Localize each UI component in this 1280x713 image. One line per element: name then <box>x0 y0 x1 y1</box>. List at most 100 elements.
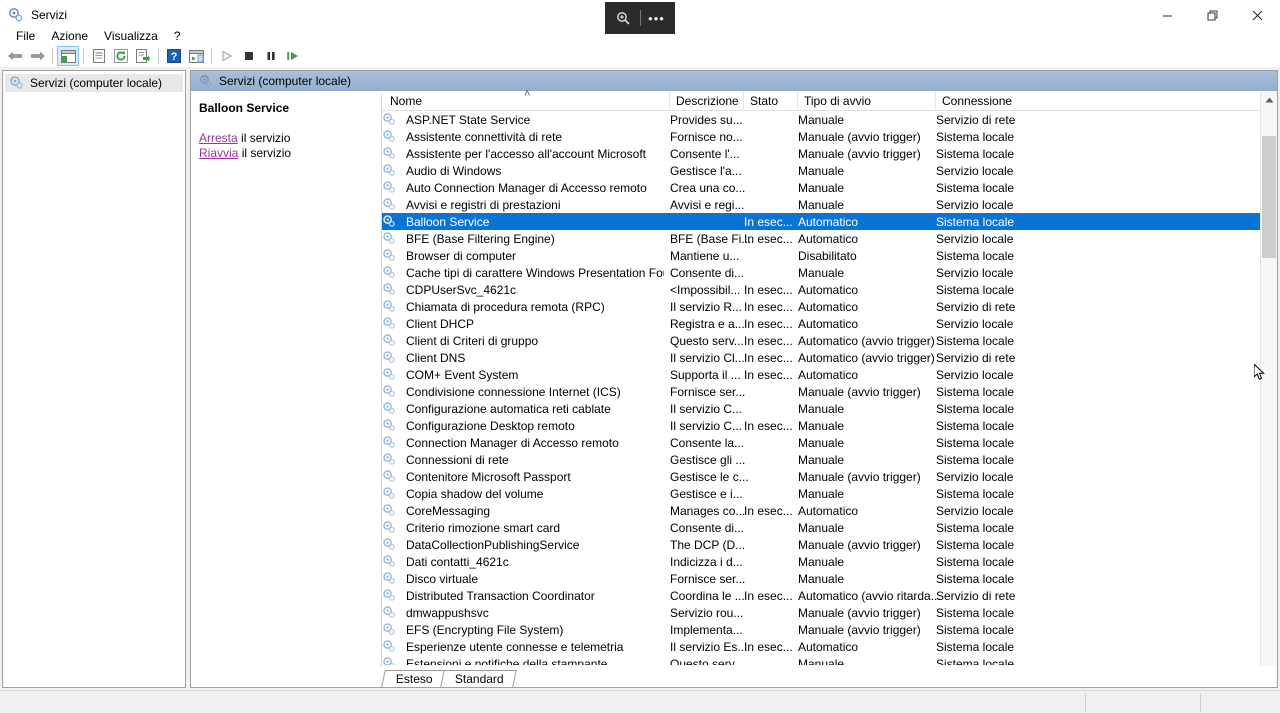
table-row[interactable]: DataCollectionPublishingService The DCP (… <box>382 536 1261 553</box>
cell-descrizione: Servizio rou... <box>670 605 744 620</box>
table-row[interactable]: Assistente connettività di rete Fornisce … <box>382 128 1261 145</box>
cell-nome: Connessioni di rete <box>406 452 509 467</box>
properties-button[interactable] <box>88 46 110 66</box>
selected-service-title: Balloon Service <box>199 101 290 115</box>
column-header-tipo-avvio[interactable]: Tipo di avvio <box>798 91 936 111</box>
table-row[interactable]: Connessioni di rete Gestisce gli ... Manua… <box>382 451 1261 468</box>
cell-tipo-avvio: Manuale <box>798 418 845 433</box>
cell-stato: In esec... <box>744 418 793 433</box>
tab-standard[interactable]: Standard <box>439 670 517 687</box>
cell-connessione: Sistema locale <box>936 486 1015 501</box>
table-row[interactable]: Criterio rimozione smart card Consente di… <box>382 519 1261 536</box>
cell-connessione: Servizio locale <box>936 163 1014 178</box>
restart-service-suffix: il servizio <box>238 146 292 160</box>
table-row[interactable]: Client di Criteri di gruppo Questo serv..… <box>382 332 1261 349</box>
cell-nome: COM+ Event System <box>406 367 519 382</box>
cell-descrizione: Supporta il ... <box>670 367 741 382</box>
cell-stato <box>744 655 796 665</box>
stop-service-link[interactable]: Arresta <box>199 131 238 145</box>
cell-connessione: Servizio locale <box>936 231 1014 246</box>
table-row[interactable]: ASP.NET State Service Provides su... Manua… <box>382 111 1261 128</box>
column-header-descrizione[interactable]: Descrizione <box>670 91 744 111</box>
table-row[interactable]: EFS (Encrypting File System) Implementa..… <box>382 621 1261 638</box>
table-row[interactable]: Assistente per l'accesso all'account Mic… <box>382 145 1261 162</box>
cell-connessione: Servizio locale <box>936 503 1014 518</box>
cell-nome: Auto Connection Manager di Accesso remot… <box>406 180 647 195</box>
main-content: Servizi (computer locale) Servizi (compu… <box>0 68 1280 690</box>
table-row[interactable]: Copia shadow del volume Gestisce e i... Ma… <box>382 485 1261 502</box>
table-row[interactable]: Chiamata di procedura remota (RPC) Il ser… <box>382 298 1261 315</box>
start-service-button[interactable] <box>216 46 238 66</box>
table-row[interactable]: Client DHCP Registra e a... In esec... Auto… <box>382 315 1261 332</box>
table-row[interactable]: dmwappushsvc Servizio rou... Manuale (avvi… <box>382 604 1261 621</box>
table-row[interactable]: Configurazione Desktop remoto Il servizio… <box>382 417 1261 434</box>
table-row[interactable]: Browser di computer Mantiene u... Disabili… <box>382 247 1261 264</box>
cell-descrizione: Fornisce ser... <box>670 571 746 586</box>
cell-tipo-avvio: Manuale (avvio trigger) <box>798 129 921 144</box>
tab-esteso[interactable]: Esteso <box>381 670 446 687</box>
table-row[interactable]: BFE (Base Filtering Engine) BFE (Base Fi.… <box>382 230 1261 247</box>
table-row[interactable]: Contenitore Microsoft Passport Gestisce l… <box>382 468 1261 485</box>
cell-stato <box>744 536 796 553</box>
restart-service-button[interactable] <box>282 46 304 66</box>
stop-service-button[interactable] <box>238 46 260 66</box>
table-row[interactable]: Distributed Transaction Coordinator Coord… <box>382 587 1261 604</box>
scrollbar-thumb[interactable] <box>1262 136 1276 258</box>
cell-connessione: Sistema locale <box>936 622 1015 637</box>
table-row[interactable]: Configurazione automatica reti cablate Il… <box>382 400 1261 417</box>
table-row[interactable]: Dati contatti_4621c Indicizza i d... Manua… <box>382 553 1261 570</box>
table-row[interactable]: Auto Connection Manager di Accesso remot… <box>382 179 1261 196</box>
forward-button[interactable] <box>26 46 48 66</box>
table-row[interactable]: Esperienze utente connesse e telemetria I… <box>382 638 1261 655</box>
table-row[interactable]: Condivisione connessione Internet (ICS) F… <box>382 383 1261 400</box>
cell-stato <box>744 179 796 196</box>
help-button[interactable]: ? <box>163 46 185 66</box>
status-divider <box>1085 693 1086 712</box>
menu-visualizza[interactable]: Visualizza <box>96 27 166 45</box>
cell-descrizione: Indicizza i d... <box>670 554 743 569</box>
export-list-button[interactable] <box>132 46 154 66</box>
menu-azione[interactable]: Azione <box>43 27 96 45</box>
table-row[interactable]: Estensioni e notifiche della stampante Qu… <box>382 655 1261 665</box>
refresh-button[interactable] <box>110 46 132 66</box>
overlay-more-button[interactable]: ••• <box>643 5 671 31</box>
pause-service-button[interactable] <box>260 46 282 66</box>
table-row[interactable]: Client DNS Il servizio Cl... In esec... Aut… <box>382 349 1261 366</box>
cell-connessione: Servizio locale <box>936 367 1014 382</box>
cell-nome: Configurazione Desktop remoto <box>406 418 575 433</box>
table-row[interactable]: Audio di Windows Gestisce l'a... Manuale Se… <box>382 162 1261 179</box>
cell-descrizione: <Impossibil... <box>670 282 741 297</box>
table-row[interactable]: Cache tipi di carattere Windows Presenta… <box>382 264 1261 281</box>
menu-help[interactable]: ? <box>166 27 189 45</box>
table-row[interactable]: Balloon Service In esec... Automatico Siste… <box>382 213 1261 230</box>
cell-tipo-avvio: Automatico <box>798 299 859 314</box>
cell-connessione: Servizio locale <box>936 469 1014 484</box>
table-row[interactable]: CDPUserSvc_4621c <Impossibil... In esec...… <box>382 281 1261 298</box>
sidebar-item-services-local[interactable]: Servizi (computer locale) <box>5 74 183 92</box>
cell-nome: EFS (Encrypting File System) <box>406 622 564 637</box>
list-column-headers: Nome ˄ Descrizione Stato Tipo di avvio C… <box>382 88 1261 111</box>
table-row[interactable]: Avvisi e registri di prestazioni Avvisi e… <box>382 196 1261 213</box>
action-pane-icon[interactable] <box>185 46 207 66</box>
back-button[interactable] <box>4 46 26 66</box>
cell-descrizione: Gestisce l'a... <box>670 163 742 178</box>
column-header-stato[interactable]: Stato <box>744 91 798 111</box>
table-row[interactable]: CoreMessaging Manages co... In esec... Auto… <box>382 502 1261 519</box>
cell-nome: Distributed Transaction Coordinator <box>406 588 595 603</box>
cell-connessione: Sistema locale <box>936 435 1015 450</box>
cell-connessione: Sistema locale <box>936 639 1015 654</box>
status-bar <box>0 690 1280 713</box>
cell-nome: Condivisione connessione Internet (ICS) <box>406 384 621 399</box>
show-hide-tree-button[interactable] <box>57 46 79 66</box>
table-row[interactable]: Connection Manager di Accesso remoto Cons… <box>382 434 1261 451</box>
table-row[interactable]: COM+ Event System Supporta il ... In esec.… <box>382 366 1261 383</box>
table-row[interactable]: Disco virtuale Fornisce ser... Manuale Sist… <box>382 570 1261 587</box>
scroll-up-arrow[interactable] <box>1261 91 1278 108</box>
column-header-connessione[interactable]: Connessione <box>936 91 1056 111</box>
cell-stato: In esec... <box>744 367 793 382</box>
restart-service-link[interactable]: Riavvia <box>199 146 238 160</box>
magnifier-plus-icon[interactable] <box>610 5 638 31</box>
menu-file[interactable]: File <box>8 27 43 45</box>
column-header-nome[interactable]: Nome ˄ <box>382 88 670 111</box>
cell-tipo-avvio: Manuale <box>798 554 845 569</box>
